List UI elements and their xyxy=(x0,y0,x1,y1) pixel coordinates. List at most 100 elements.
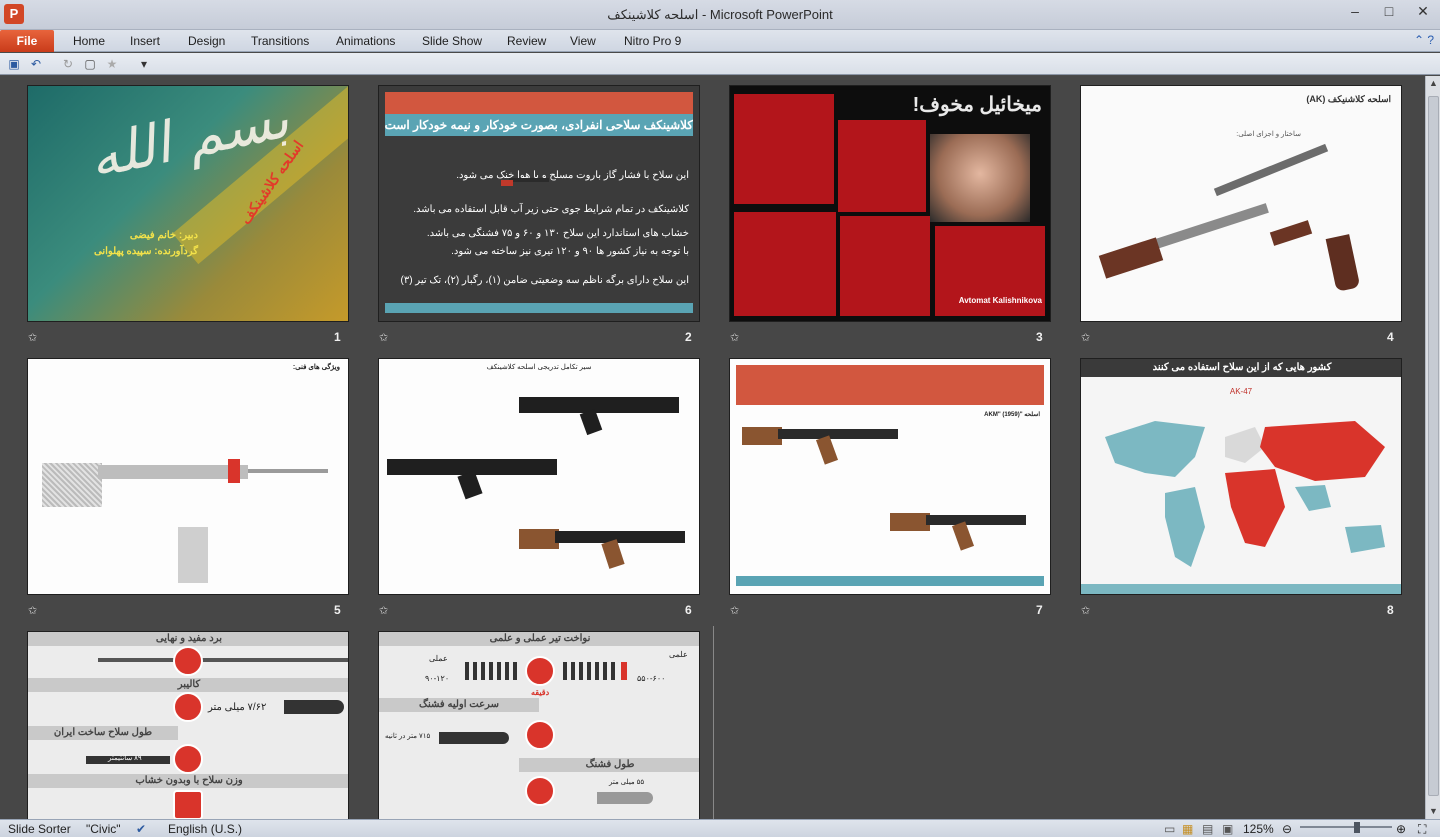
tab-file[interactable]: File xyxy=(0,30,54,52)
slide-number: 8 xyxy=(1387,603,1394,617)
reading-view-icon[interactable]: ▤ xyxy=(1202,822,1213,836)
slide-header: کلاشینکف سلاحی انفرادی، بصورت خودکار و ن… xyxy=(385,114,693,136)
tab-design[interactable]: Design xyxy=(188,32,225,52)
scroll-down-icon[interactable]: ▼ xyxy=(1426,804,1440,819)
tab-insert[interactable]: Insert xyxy=(130,32,160,52)
section-bar: سرعت اولیه فشنگ xyxy=(379,698,539,712)
cartridge-icon xyxy=(597,792,653,804)
zoom-slider-thumb[interactable] xyxy=(1354,822,1360,833)
magazine xyxy=(951,521,975,551)
slide-title: اسلحه کلاشنیکف (AK) xyxy=(1306,94,1391,104)
slide-thumbnail-7[interactable]: اسلحه "AKM" (1959) xyxy=(729,358,1051,595)
rifle-handguard xyxy=(1269,220,1313,246)
theme-label[interactable]: "Civic" xyxy=(86,822,121,836)
status-bar: Slide Sorter "Civic" ✔ English (U.S.) ▭ … xyxy=(0,819,1440,837)
tab-nitro-pro[interactable]: Nitro Pro 9 xyxy=(624,32,681,52)
proofing-icon[interactable]: ✔ xyxy=(136,822,146,836)
star-icon[interactable]: ★ xyxy=(104,56,120,72)
slide-sorter-icon[interactable]: ▦ xyxy=(1182,822,1193,836)
slide-thumbnail-6[interactable]: سیر تکامل تدریجی اسلحه کلاشینکف xyxy=(378,358,700,595)
transition-star-icon[interactable]: ✩ xyxy=(730,604,739,617)
slideshow-icon[interactable]: ▣ xyxy=(1222,822,1233,836)
tab-home[interactable]: Home xyxy=(73,32,105,52)
tab-animations[interactable]: Animations xyxy=(336,32,395,52)
transition-star-icon[interactable]: ✩ xyxy=(28,331,37,344)
tab-transitions[interactable]: Transitions xyxy=(251,32,309,52)
bullet-red xyxy=(621,662,627,680)
portrait-image xyxy=(930,134,1030,222)
slide-thumbnail-4[interactable]: اسلحه کلاشنیکف (AK) ساختار و اجزای اصلی: xyxy=(1080,85,1402,322)
slide-thumbnail-2[interactable]: کلاشینکف سلاحی انفرادی، بصورت خودکار و ن… xyxy=(378,85,700,322)
footer-band xyxy=(736,576,1044,586)
rifle-stock xyxy=(742,427,782,445)
view-label: Slide Sorter xyxy=(8,822,71,836)
english-caption: Avtomat Kalishnikova xyxy=(958,296,1042,305)
map-legend: AK-47 xyxy=(1229,387,1253,396)
zoom-out-icon[interactable]: ⊖ xyxy=(1282,822,1292,836)
slide-number: 1 xyxy=(334,330,341,344)
practical-label: عملی xyxy=(429,654,448,663)
redo-icon[interactable]: ↻ xyxy=(60,56,76,72)
world-map xyxy=(1105,421,1385,567)
normal-view-icon[interactable]: ▭ xyxy=(1164,822,1175,836)
new-icon[interactable]: ▢ xyxy=(82,56,98,72)
slide-number: 5 xyxy=(334,603,341,617)
window-title: اسلحه کلاشینکف - Microsoft PowerPoint xyxy=(607,7,833,22)
scroll-thumb[interactable] xyxy=(1428,96,1439,796)
transition-star-icon[interactable]: ✩ xyxy=(379,604,388,617)
slide-thumbnail-9[interactable]: برد مفید و نهایی کالیبر ۷/۶۲ میلی متر طو… xyxy=(27,631,349,819)
dropdown-icon[interactable]: ▾ xyxy=(136,56,152,72)
fit-to-window-icon[interactable]: ⛶ xyxy=(1418,822,1426,837)
slide-thumbnail-5[interactable]: ویژگی های فنی: xyxy=(27,358,349,595)
highlight xyxy=(228,459,240,483)
zoom-level[interactable]: 125% xyxy=(1243,822,1274,836)
section-bar: طول سلاح ساخت ایران xyxy=(28,726,178,740)
shell-icon xyxy=(525,776,555,806)
text-box xyxy=(840,216,930,316)
scroll-up-icon[interactable]: ▲ xyxy=(1426,76,1440,91)
caliber-icon xyxy=(173,692,203,722)
zoom-in-icon[interactable]: ⊕ xyxy=(1396,822,1406,836)
restore-button[interactable]: □ xyxy=(1372,0,1406,24)
transition-star-icon[interactable]: ✩ xyxy=(379,331,388,344)
transition-star-icon[interactable]: ✩ xyxy=(730,331,739,344)
slide-thumbnail-8[interactable]: کشور هایی که از این سلاح استفاده می کنند… xyxy=(1080,358,1402,595)
close-button[interactable]: ✕ xyxy=(1406,0,1440,24)
rifle-icon xyxy=(501,174,551,188)
slide-title: اسلحه "AKM" (1959) xyxy=(984,412,1040,418)
zoom-slider[interactable] xyxy=(1300,826,1392,828)
text-box xyxy=(734,212,836,316)
rate-high: ۵۵۰-۶۰۰ xyxy=(637,674,666,683)
text-line: با توجه به نیاز کشور ها ۹۰ و ۱۲۰ تیری نی… xyxy=(451,246,689,257)
tab-view[interactable]: View xyxy=(570,32,596,52)
slide-thumbnail-3[interactable]: میخائیل مخوف! Avtomat Kalishnikova xyxy=(729,85,1051,322)
tab-slide-show[interactable]: Slide Show xyxy=(422,32,482,52)
help-icon[interactable]: ⌃ ? xyxy=(1414,33,1434,47)
minimize-button[interactable]: – xyxy=(1338,0,1372,24)
bullets-row xyxy=(465,662,521,680)
transition-star-icon[interactable]: ✩ xyxy=(1081,604,1090,617)
rifle-barrel xyxy=(248,469,328,473)
rifle-stock xyxy=(42,463,102,507)
vertical-scrollbar[interactable]: ▲ ▼ xyxy=(1425,76,1440,819)
header-band xyxy=(736,365,1044,405)
quick-access-toolbar: ▣ ↶ ↻ ▢ ★ ▾ xyxy=(0,53,1440,75)
teacher-line: دبیر: خانم فیضی xyxy=(129,230,198,241)
save-icon[interactable]: ▣ xyxy=(6,56,22,72)
language-label[interactable]: English (U.S.) xyxy=(168,822,242,836)
slide-title: سیر تکامل تدریجی اسلحه کلاشینکف xyxy=(486,364,592,371)
tab-review[interactable]: Review xyxy=(507,32,546,52)
slide-thumbnail-1[interactable]: بسم الله اسلحه کلاشینکف دبیر: خانم فیضی … xyxy=(27,85,349,322)
bullet-icon xyxy=(439,732,509,744)
transition-star-icon[interactable]: ✩ xyxy=(28,604,37,617)
slide-title: ویژگی های فنی: xyxy=(292,364,340,371)
transition-star-icon[interactable]: ✩ xyxy=(1081,331,1090,344)
stopwatch-icon xyxy=(525,656,555,686)
undo-icon[interactable]: ↶ xyxy=(28,56,44,72)
slide-thumbnail-10[interactable]: نواخت تیر عملی و علمی عملی علمی دقیقه ۹۰… xyxy=(378,631,700,819)
slide-number: 4 xyxy=(1387,330,1394,344)
ribbon-tabs: File Home Insert Design Transitions Anim… xyxy=(0,30,1440,52)
magazine xyxy=(601,539,625,569)
author-line: گردآورنده: سپیده پهلوانی xyxy=(94,246,198,257)
rifle-body xyxy=(778,429,898,439)
